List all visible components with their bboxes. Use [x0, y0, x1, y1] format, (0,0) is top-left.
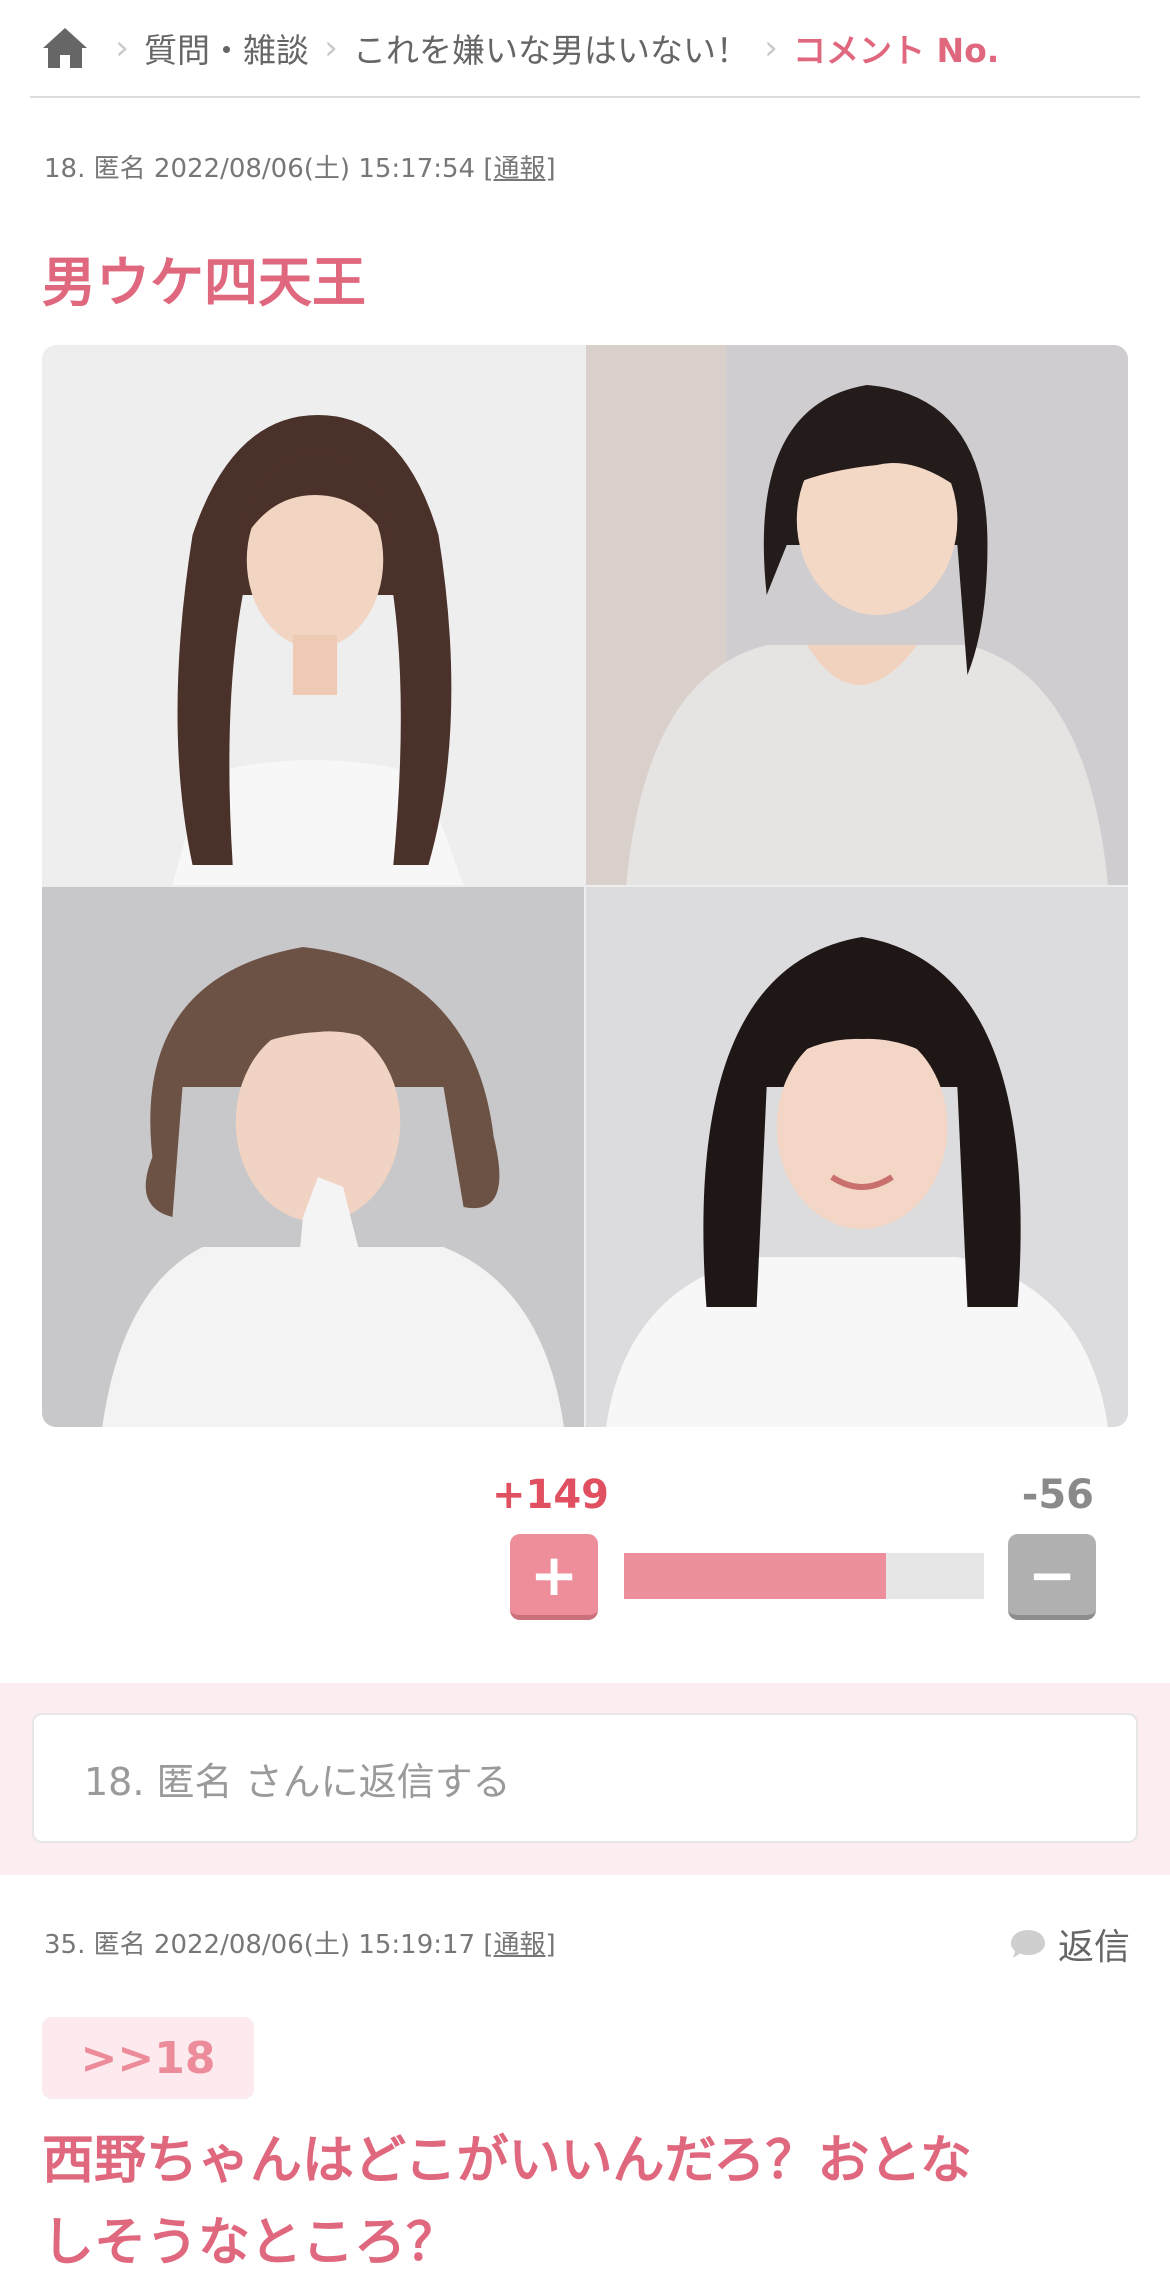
comment-text: 男ウケ四天王: [42, 251, 366, 314]
minus-vote-count: -56: [1021, 1472, 1094, 1518]
comment-text-line-2: しそうなところ？: [42, 2213, 459, 2273]
portrait-photo-1: [42, 345, 584, 885]
portrait-photo-4: [586, 887, 1128, 1427]
reply-label: 返信: [1057, 1927, 1130, 1968]
comment-image[interactable]: [42, 345, 1128, 1427]
reply-input[interactable]: 18. 匿名 さんに返信する: [32, 1713, 1138, 1843]
plus-vote-button[interactable]: +: [510, 1534, 598, 1620]
vote-ratio-bar: [624, 1553, 984, 1599]
comment-number: 35.: [44, 1930, 86, 1960]
comment-datetime: 2022/08/06(土) 15:19:17: [153, 1930, 476, 1960]
minus-icon: −: [1027, 1540, 1077, 1609]
minus-vote-button[interactable]: −: [1008, 1534, 1096, 1620]
report-link-wrap: [通報]: [483, 1930, 556, 1960]
reply-button[interactable]: 返信: [1008, 1918, 1130, 1970]
chevron-right-icon: ›: [764, 28, 778, 68]
comment-number: 18.: [44, 154, 86, 184]
home-icon[interactable]: [40, 23, 90, 73]
anchor-link[interactable]: >>18: [42, 2017, 254, 2099]
plus-icon: +: [529, 1540, 579, 1609]
breadcrumb-category[interactable]: 質問・雑談: [144, 24, 309, 72]
comment-meta: 18. 匿名 2022/08/06(土) 15:17:54 [通報]: [44, 148, 556, 185]
report-link-wrap: [通報]: [483, 154, 556, 184]
chevron-right-icon: ›: [324, 28, 338, 68]
breadcrumb-current: コメント No.: [793, 31, 1000, 70]
comment-author: 匿名: [93, 154, 146, 184]
portrait-photo-3: [42, 887, 584, 1427]
report-link[interactable]: 通報: [494, 1930, 546, 1960]
plus-vote-count: +149: [492, 1472, 610, 1518]
comment-text-line-1: 西野ちゃんはどこがいいんだろ？おとな: [42, 2131, 972, 2191]
comment-author: 匿名: [93, 1930, 146, 1960]
breadcrumb: › 質問・雑談 › これを嫌いな男はいない！ › コメント No.: [0, 0, 1170, 96]
report-link[interactable]: 通報: [494, 154, 546, 184]
divider: [30, 96, 1140, 98]
vote-ratio-fill: [624, 1553, 886, 1599]
chevron-right-icon: ›: [115, 28, 129, 68]
reply-placeholder: 18. 匿名 さんに返信する: [84, 1759, 511, 1804]
comment-meta: 35. 匿名 2022/08/06(土) 15:19:17 [通報]: [44, 1924, 556, 1961]
comment-datetime: 2022/08/06(土) 15:17:54: [153, 154, 476, 184]
portrait-photo-2: [586, 345, 1128, 885]
breadcrumb-topic[interactable]: これを嫌いな男はいない！: [353, 24, 749, 72]
speech-bubble-icon: [1010, 1930, 1045, 1958]
